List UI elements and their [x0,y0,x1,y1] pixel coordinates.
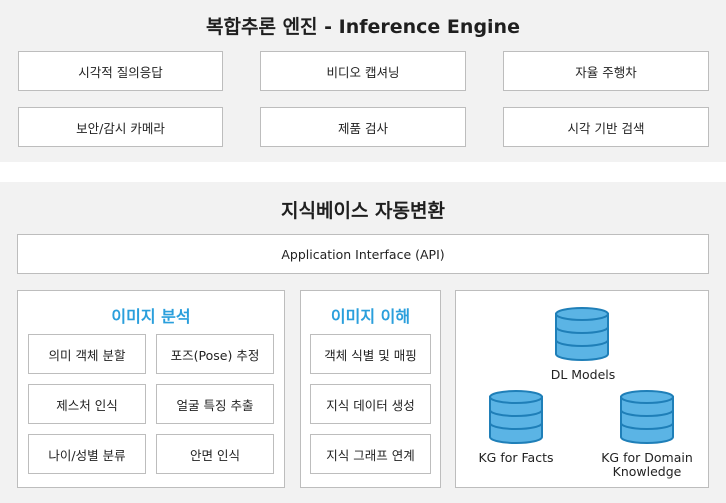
app-autonomous-car: 자율 주행차 [503,51,709,91]
face-feature-extraction-box: 얼굴 특징 추출 [156,384,274,424]
object-mapping-box: 객체 식별 및 매핑 [310,334,431,374]
kg-domain-database-icon [620,390,674,444]
kg-facts-database-icon [489,390,543,444]
app-security-camera: 보안/감시 카메라 [18,107,223,147]
knowledge-graph-link-box: 지식 그래프 연계 [310,434,431,474]
app-visual-search: 시각 기반 검색 [503,107,709,147]
image-analysis-title: 이미지 분석 [111,307,191,326]
gesture-recognition-box: 제스처 인식 [28,384,146,424]
image-analysis-panel: 이미지 분석 의미 객체 분할 포즈(Pose) 추정 제스처 인식 얼굴 특징… [17,290,285,488]
api-box: Application Interface (API) [17,234,709,274]
dl-models-database-icon [555,307,609,361]
app-video-captioning: 비디오 캡셔닝 [260,51,466,91]
kg-domain-label: KG for Domain Knowledge [601,450,693,479]
database-panel: DL Models KG for Facts KG for Domain Kno… [455,290,709,488]
pose-estimation-box: 포즈(Pose) 추정 [156,334,274,374]
age-gender-classification-box: 나이/성별 분류 [28,434,146,474]
kg-facts-label: KG for Facts [478,450,554,465]
dl-models-label: DL Models [550,367,616,382]
app-product-inspection: 제품 검사 [260,107,466,147]
semantic-segmentation-box: 의미 객체 분할 [28,334,146,374]
inference-engine-title: 복합추론 엔진 - Inference Engine [206,16,520,38]
image-understanding-title: 이미지 이해 [330,307,411,326]
face-recognition-box: 안면 인식 [156,434,274,474]
knowledge-data-generation-box: 지식 데이터 생성 [310,384,431,424]
image-understanding-panel: 이미지 이해 객체 식별 및 매핑 지식 데이터 생성 지식 그래프 연계 [300,290,441,488]
knowledge-base-title: 지식베이스 자동변환 [281,200,445,222]
app-visual-qa: 시각적 질의응답 [18,51,223,91]
